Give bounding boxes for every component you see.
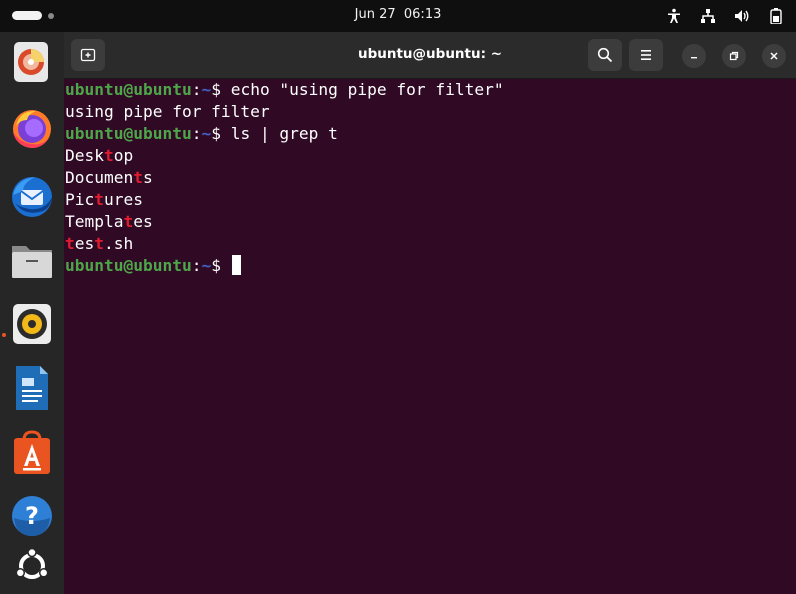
terminal-line: ubuntu@ubuntu:~$ — [65, 255, 796, 277]
result-text: es — [133, 212, 153, 231]
grep-result: Templates — [65, 211, 796, 233]
prompt-user: ubuntu@ubuntu — [65, 124, 192, 143]
minimize-button[interactable] — [682, 44, 706, 68]
volume-icon[interactable] — [732, 6, 752, 26]
header-bar[interactable]: ubuntu@ubuntu: ~ — [64, 32, 796, 79]
match-highlight: t — [133, 168, 143, 187]
grep-result: Documents — [65, 167, 796, 189]
terminal-line: ubuntu@ubuntu:~$ echo "using pipe for fi… — [65, 79, 796, 101]
clock-date: Jun 27 — [354, 7, 396, 22]
match-highlight: t — [65, 234, 75, 253]
result-text: ures — [104, 190, 143, 209]
result-text: .sh — [104, 234, 134, 253]
help-icon: ? — [12, 496, 52, 536]
running-indicator — [2, 333, 6, 337]
grep-result: test.sh — [65, 233, 796, 255]
prompt-separator: : — [191, 124, 202, 143]
workspace-indicator — [48, 12, 54, 19]
app-center-icon — [14, 430, 50, 474]
command-text: echo "using pipe for filter" — [230, 80, 504, 99]
prompt-dollar: $ — [211, 256, 231, 275]
dock-files[interactable] — [8, 236, 56, 284]
system-tray[interactable] — [664, 6, 786, 26]
clock-time: 06:13 — [403, 7, 442, 22]
restore-icon — [729, 51, 739, 61]
output-text: using pipe for filter — [65, 102, 270, 121]
rhythmbox-icon — [13, 304, 51, 344]
dock-disk-usage-analyzer[interactable] — [8, 38, 56, 86]
disk-usage-analyzer-icon — [14, 42, 48, 82]
result-text: es — [74, 234, 95, 253]
menu-button[interactable] — [629, 39, 663, 71]
grep-result: Pictures — [65, 189, 796, 211]
date-time-button[interactable]: Jun 27 06:13 — [355, 7, 442, 22]
search-icon — [597, 47, 613, 63]
prompt-path: ~ — [201, 256, 212, 275]
prompt-user: ubuntu@ubuntu — [65, 80, 192, 99]
prompt-path: ~ — [201, 80, 212, 99]
ubuntu-logo-icon — [15, 547, 49, 579]
close-icon — [770, 52, 778, 60]
activities-button[interactable] — [12, 11, 54, 20]
dock-firefox[interactable] — [8, 104, 56, 152]
thunderbird-icon — [12, 177, 52, 217]
new-tab-button[interactable] — [71, 39, 105, 71]
accessibility-icon[interactable] — [664, 6, 684, 26]
terminal-line: ubuntu@ubuntu:~$ ls | grep t — [65, 123, 796, 145]
prompt-path: ~ — [201, 124, 212, 143]
prompt-dollar: $ — [211, 80, 231, 99]
grep-result: Desktop — [65, 145, 796, 167]
result-text: op — [113, 146, 134, 165]
dock-help[interactable]: ? — [8, 492, 56, 540]
match-highlight: t — [103, 146, 114, 165]
prompt-separator: : — [191, 80, 202, 99]
command-text: ls | grep t — [230, 124, 338, 143]
top-bar: Jun 27 06:13 — [0, 0, 796, 32]
result-text: Desk — [65, 146, 104, 165]
libreoffice-writer-icon — [16, 366, 48, 410]
hamburger-menu-icon — [641, 50, 651, 60]
terminal-line: using pipe for filter — [65, 101, 796, 123]
network-icon[interactable] — [698, 6, 718, 26]
dock-rhythmbox[interactable] — [8, 300, 56, 348]
dock: ? — [0, 32, 64, 594]
search-button[interactable] — [588, 39, 622, 71]
dock-thunderbird[interactable] — [8, 172, 56, 220]
files-icon — [12, 246, 52, 278]
show-apps-button[interactable] — [8, 542, 56, 590]
prompt-separator: : — [191, 256, 202, 275]
prompt-user: ubuntu@ubuntu — [65, 256, 192, 275]
match-highlight: t — [94, 234, 104, 253]
battery-icon[interactable] — [766, 6, 786, 26]
maximize-button[interactable] — [722, 44, 746, 68]
text-cursor — [231, 255, 241, 275]
result-text: Pic — [65, 190, 95, 209]
firefox-icon — [13, 110, 51, 148]
match-highlight: t — [94, 190, 104, 209]
terminal-window[interactable]: ubuntu@ubuntu: ~ ubuntu@ubuntu:~$ echo "… — [64, 32, 796, 594]
svg-text:?: ? — [25, 502, 39, 530]
result-text: s — [142, 168, 153, 187]
minimize-icon — [691, 57, 697, 59]
terminal-output[interactable]: ubuntu@ubuntu:~$ echo "using pipe for fi… — [64, 79, 796, 594]
new-tab-icon — [80, 48, 96, 62]
result-text: Templa — [65, 212, 124, 231]
workspace-indicator-active — [12, 11, 42, 20]
prompt-dollar: $ — [211, 124, 231, 143]
dock-libreoffice-writer[interactable] — [8, 364, 56, 412]
close-button[interactable] — [762, 44, 786, 68]
result-text: Documen — [65, 168, 134, 187]
dock-app-center[interactable] — [8, 428, 56, 476]
match-highlight: t — [123, 212, 134, 231]
